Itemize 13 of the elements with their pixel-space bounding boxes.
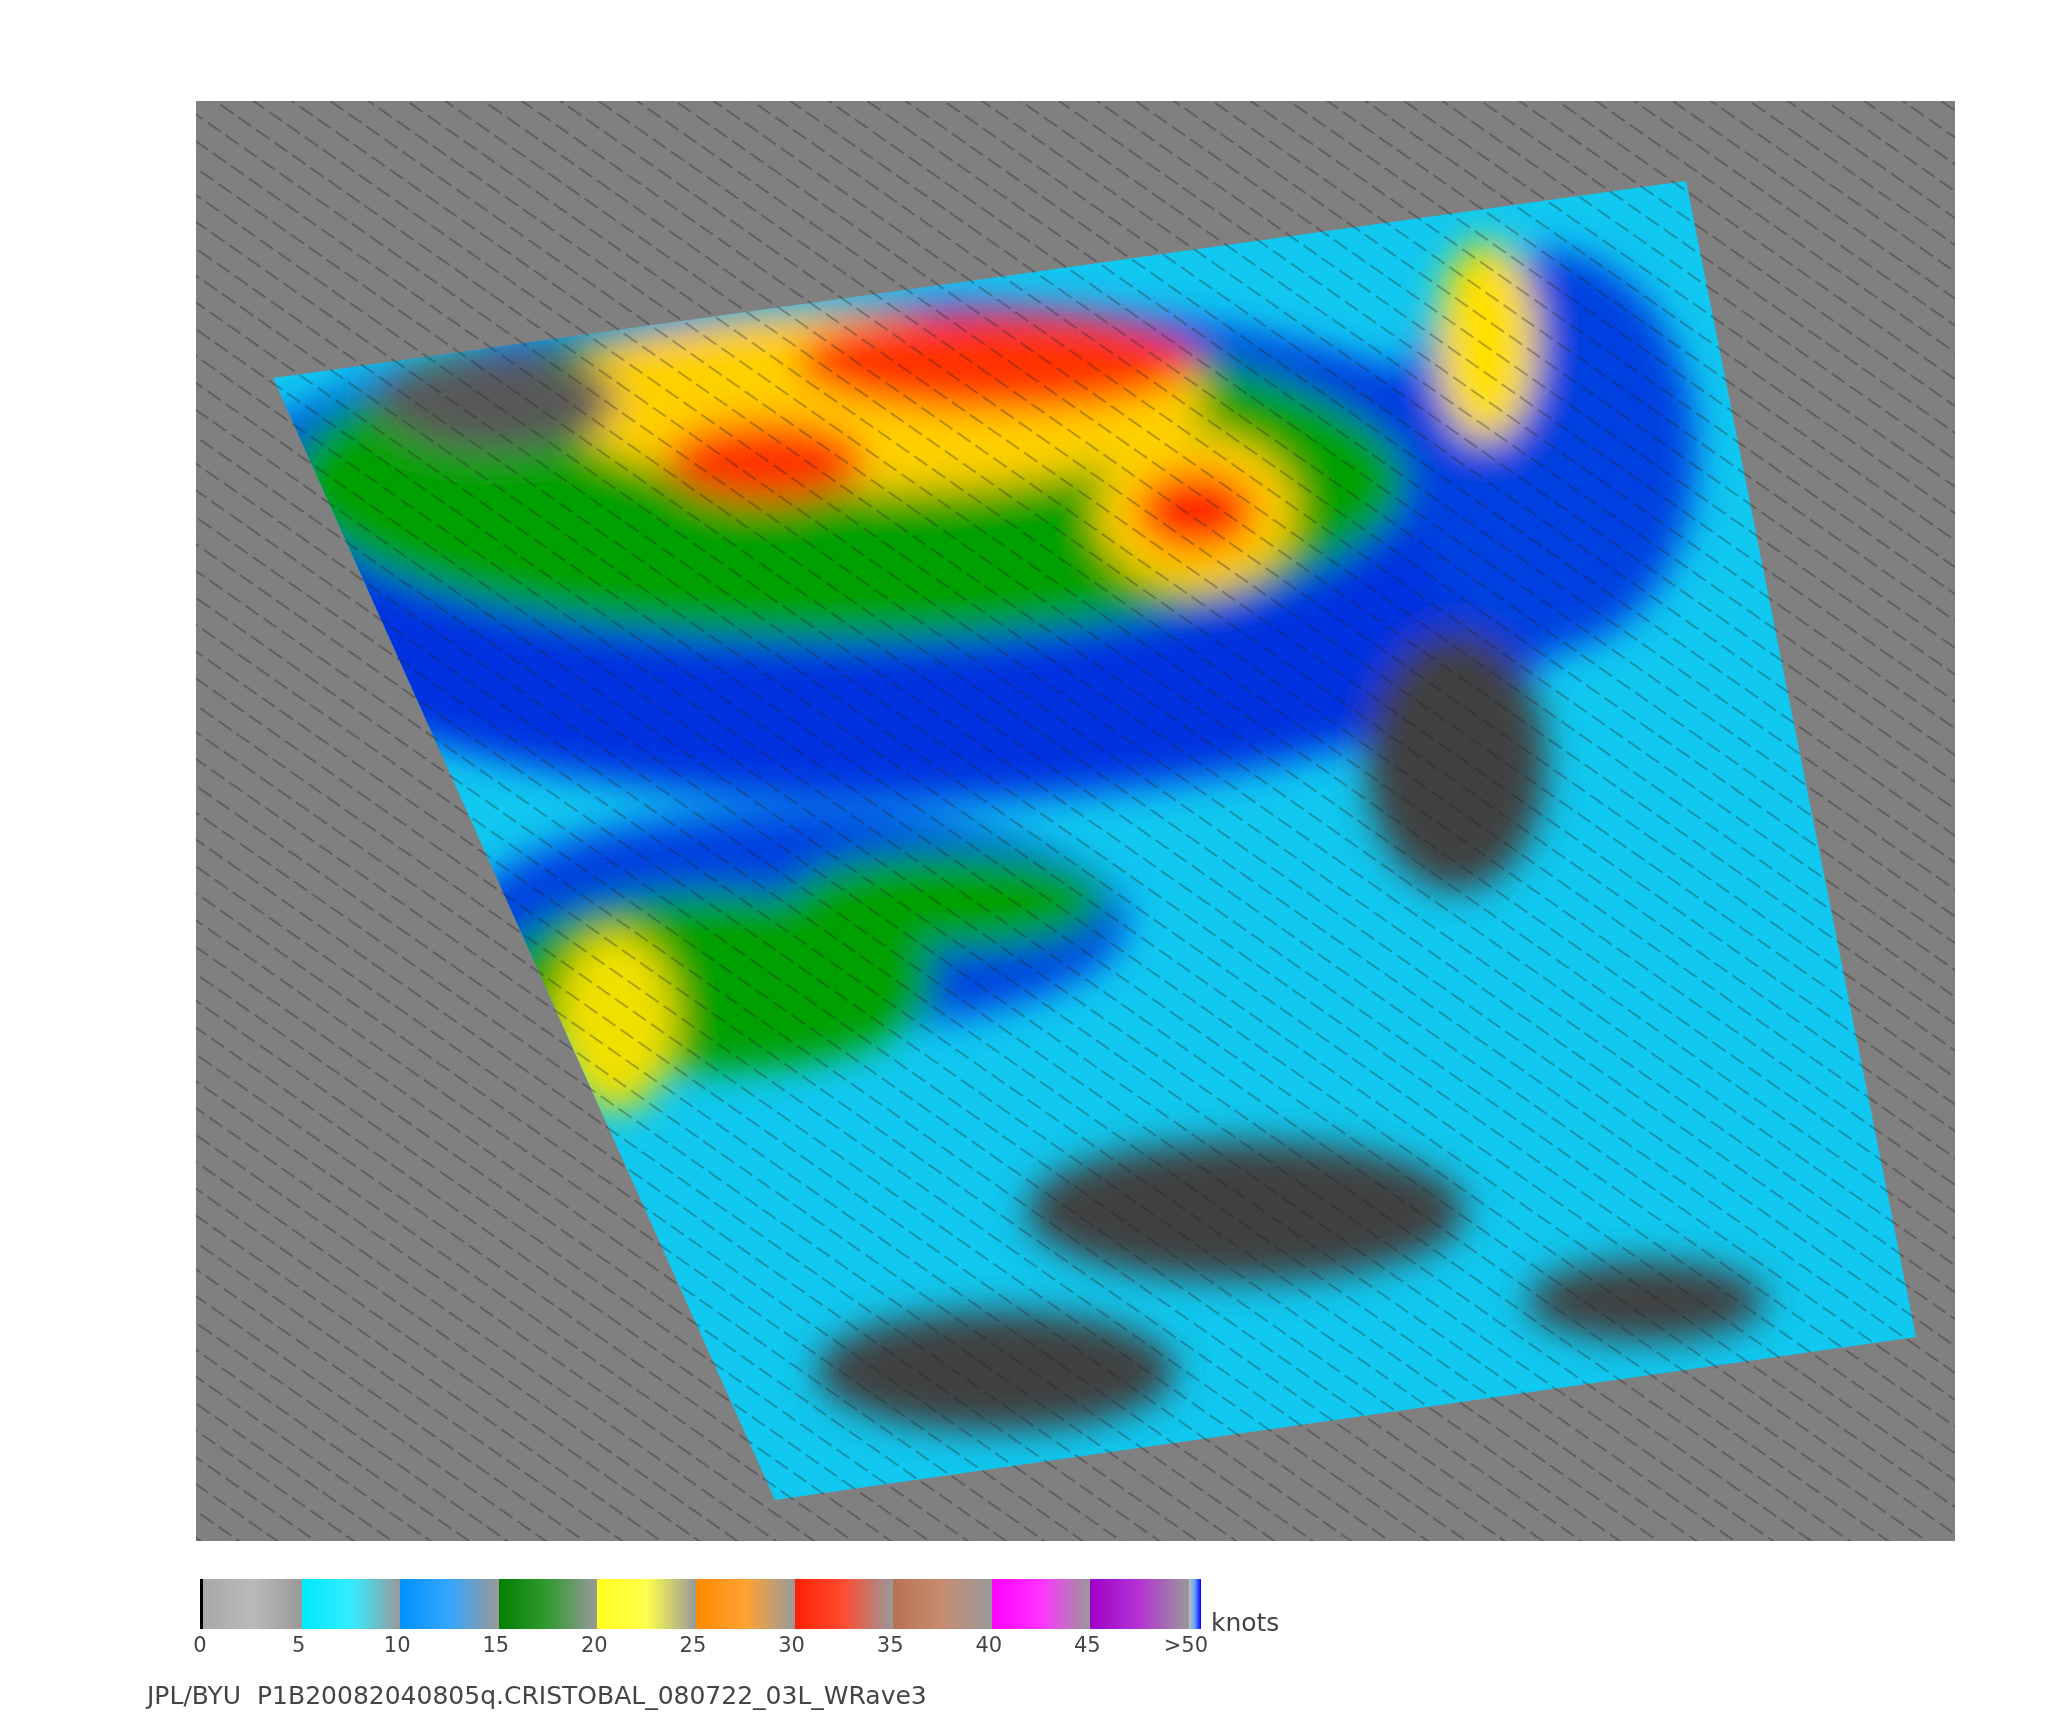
image-caption: JPL/BYU P1B20082040805q.CRISTOBAL_080722_03L_WRave3	[147, 1681, 928, 1710]
scale-tick-label: 45	[1074, 1633, 1101, 1657]
scale-tick-label: 0	[193, 1633, 207, 1657]
scale-tick-label: >50	[1163, 1633, 1209, 1657]
scale-tick-label: 15	[482, 1633, 510, 1657]
scale-tick-label: 20	[581, 1633, 608, 1657]
scale-tick-label: 30	[778, 1633, 805, 1657]
scale-tick-label: 25	[679, 1633, 707, 1657]
unit-label: knots	[1210, 1610, 1280, 1635]
scale-tick-label: 10	[383, 1633, 411, 1657]
scale-tick-label: 5	[291, 1633, 306, 1657]
scale-tick-label: 35	[876, 1633, 904, 1657]
scale-tick-label: 40	[975, 1633, 1003, 1657]
